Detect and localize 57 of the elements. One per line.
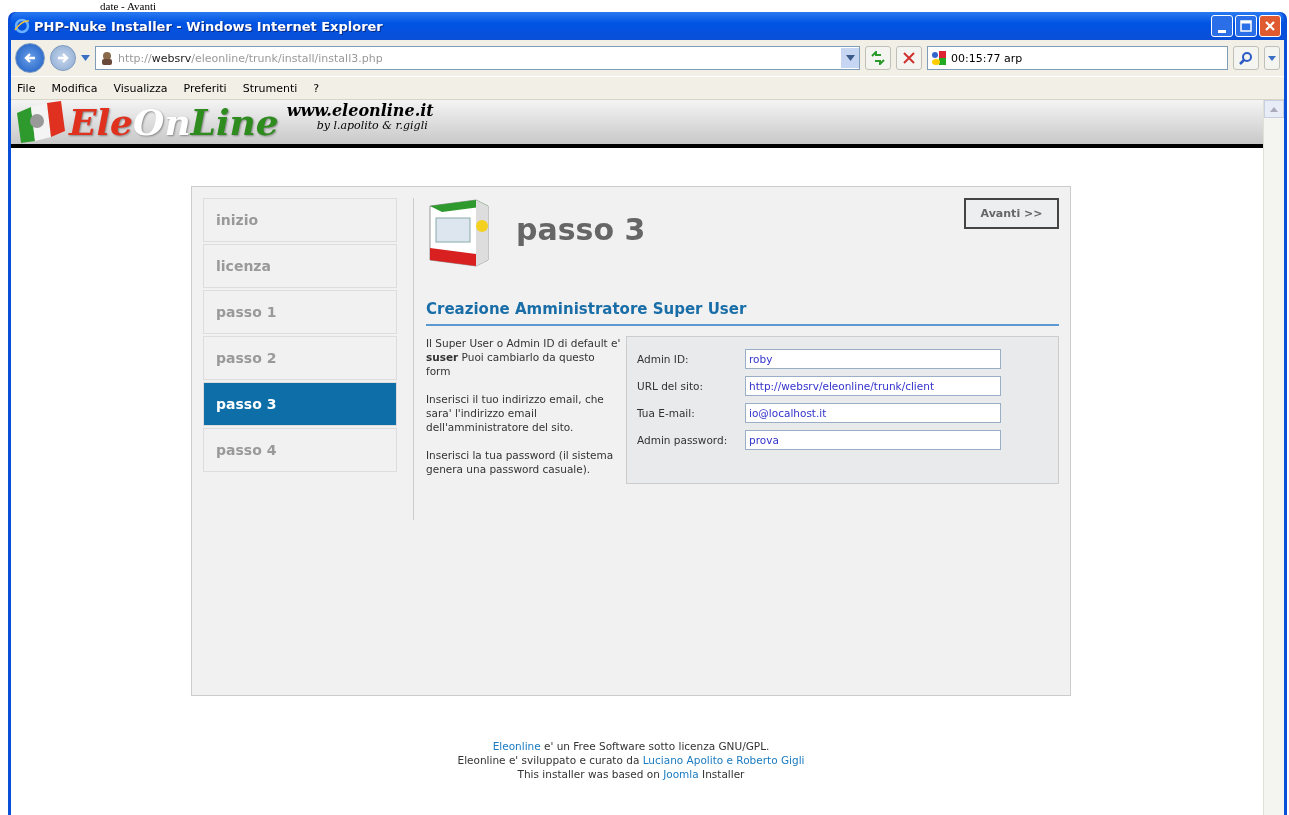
maximize-button[interactable] xyxy=(1235,15,1257,37)
footer-link[interactable]: Joomla xyxy=(663,768,699,780)
menu-item[interactable]: Strumenti xyxy=(242,81,298,95)
footer-link[interactable]: Luciano Apolito e Roberto Gigli xyxy=(642,754,805,766)
footer-link[interactable]: Eleonline xyxy=(492,740,541,752)
input-field[interactable]: prova xyxy=(745,430,1001,450)
dropdown-button[interactable] xyxy=(841,48,859,68)
help-text: Inserisci la tua password (il sistema genera una password casuale). xyxy=(426,448,615,476)
footer-text: Eleonline e' sviluppato e curato da Luciano Apolito e Roberto Gigli xyxy=(457,754,805,766)
field-label: Tua E-mail: xyxy=(637,407,696,419)
minimize-icon xyxy=(1218,29,1226,33)
forward-button[interactable] xyxy=(50,45,76,71)
site-icon xyxy=(99,50,115,66)
page-title: passo 3 xyxy=(516,212,647,247)
menu-item[interactable]: Modifica xyxy=(51,81,98,95)
back-button[interactable] xyxy=(15,43,45,73)
menu-item[interactable]: Visualizza xyxy=(113,81,168,95)
caret-icon[interactable] xyxy=(81,55,90,61)
footer-text: Eleonline e' un Free Software sotto licenza GNU/GPL. xyxy=(492,740,770,752)
search-provider-icon xyxy=(931,50,947,66)
step-item[interactable]: passo 3 xyxy=(203,382,397,426)
search-options-icon xyxy=(1268,55,1276,61)
scroll-up-icon xyxy=(1270,106,1278,112)
field-label: URL del sito: xyxy=(637,380,704,392)
window-title: PHP-Nuke Installer - Windows Internet Explorer xyxy=(34,18,384,34)
stop-button[interactable] xyxy=(896,46,922,70)
document-caption: date - Avanti xyxy=(100,0,156,12)
field-label: Admin ID: xyxy=(637,353,690,365)
dropdown-icon xyxy=(845,55,855,61)
refresh-button[interactable] xyxy=(865,46,891,70)
address-field[interactable]: http://websrv/eleonline/trunk/install/install3.php xyxy=(95,46,860,70)
menu-item[interactable]: ? xyxy=(313,81,320,95)
input-field[interactable]: io@localhost.it xyxy=(745,403,1001,423)
search-field[interactable]: 00:15:77 arp xyxy=(927,46,1228,70)
next-button[interactable]: Avanti >> xyxy=(964,198,1059,229)
minimize-button[interactable] xyxy=(1211,15,1233,37)
footer-text: This installer was based on Joomla Installer xyxy=(517,768,745,780)
stop-icon xyxy=(903,52,915,64)
menu-item[interactable]: Preferiti xyxy=(183,81,227,95)
search-options-button[interactable] xyxy=(1264,46,1280,70)
section-title: Creazione Amministratore Super User xyxy=(426,300,1059,326)
byline: by l.apolito & r.gigli xyxy=(315,119,429,132)
input-field[interactable]: roby xyxy=(745,349,1001,369)
refresh-icon xyxy=(870,51,886,65)
search-icon xyxy=(1239,51,1253,65)
field-label: Admin password: xyxy=(637,434,729,446)
close-button[interactable] xyxy=(1259,15,1281,37)
scrollbar[interactable] xyxy=(1263,100,1284,815)
site-url: www.eleonline.it xyxy=(286,102,434,119)
close-icon xyxy=(1264,20,1276,32)
maximize-icon xyxy=(1240,20,1252,32)
menu-item[interactable]: File xyxy=(17,81,36,95)
help-text: Inserisci il tuo indirizzo email, che sara' l'indirizzo email dell'amministratore del sito. xyxy=(426,392,605,434)
search-button[interactable] xyxy=(1233,46,1259,70)
help-text: Il Super User o Admin ID di default e' suser Puoi cambiarlo da questo form xyxy=(426,336,622,378)
ie-logo-icon xyxy=(14,18,30,34)
input-field[interactable]: http://websrv/eleonline/trunk/client xyxy=(745,376,1001,396)
